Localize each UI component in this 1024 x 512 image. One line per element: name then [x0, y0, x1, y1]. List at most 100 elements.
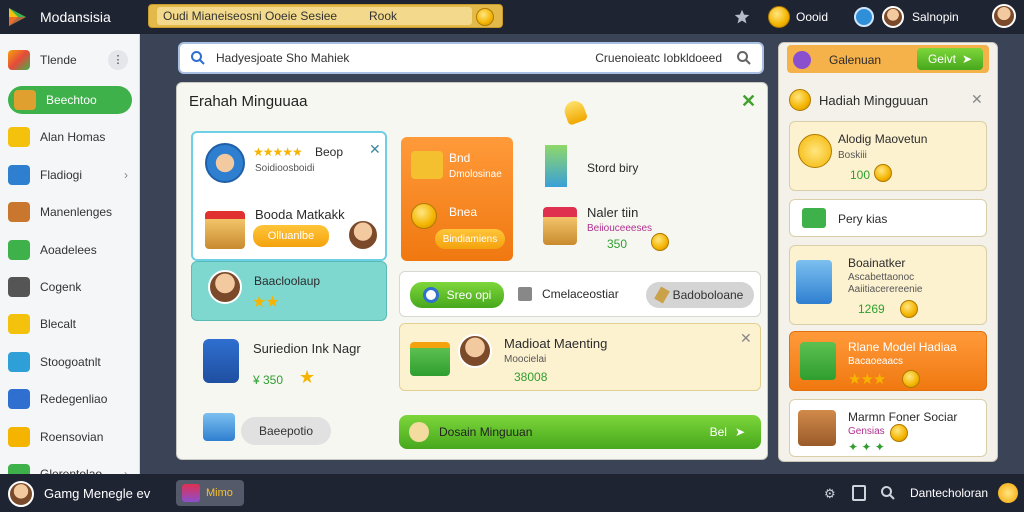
- footer-bar[interactable]: Dosain Minguuan Bel ➤: [399, 415, 761, 449]
- sidebar-item-8[interactable]: Redegenliao: [8, 385, 132, 413]
- play-logo-icon[interactable]: [6, 6, 28, 28]
- user-avatar[interactable]: [8, 481, 34, 507]
- sidebar-item-5[interactable]: Cogenk: [8, 273, 132, 301]
- sidebar-item-label: Stoogoatnlt: [40, 354, 101, 369]
- profile-area[interactable]: Salnopin: [854, 0, 959, 34]
- bottom-badge[interactable]: Mimo: [176, 480, 244, 506]
- search-icon[interactable]: [736, 50, 752, 66]
- person-icon: [518, 287, 532, 301]
- box-icon: [203, 413, 235, 441]
- rpanel-header-label: Galenuan: [829, 53, 882, 67]
- shield-icon: [8, 389, 30, 410]
- sidebar-item-label: Blecalt: [40, 317, 77, 332]
- sidebar-item-2[interactable]: Fladiogi ›: [8, 161, 132, 189]
- sidebar-item-4[interactable]: Aoadelees: [8, 236, 132, 264]
- bindiamiens-button[interactable]: Bindiamiens: [435, 229, 505, 249]
- search-icon: [191, 51, 205, 65]
- card-rating[interactable]: ★★★★★ Beop Soidioosboidi ✕ Booda Matkakk…: [191, 131, 387, 261]
- gift-icon: [800, 342, 836, 380]
- share-icon[interactable]: [852, 485, 866, 501]
- orange-label1: Bnd: [449, 151, 471, 165]
- avatar[interactable]: [882, 6, 904, 28]
- top-search-text[interactable]: Oudi Mianeiseosni Ooeie Sesiee: [157, 7, 472, 25]
- item2-title: Pery kias: [838, 212, 888, 226]
- sidebar-header[interactable]: Tlende ⋮: [8, 46, 132, 74]
- character-avatar: [458, 334, 492, 368]
- card-baacloolaup[interactable]: Baacloolaup ★★: [191, 261, 387, 321]
- bottom-bar: Gamg Menegle ev Mimo ⚙ Dantecholoran: [0, 474, 1024, 512]
- reward-item[interactable]: Pery kias: [789, 199, 987, 237]
- card3-stars: ★★: [252, 294, 280, 311]
- rating-subtitle: Soidioosboidi: [255, 163, 315, 174]
- coin-icon: [789, 89, 811, 111]
- sidebar-item-3[interactable]: Manenlenges: [8, 198, 132, 226]
- coin-icon: [874, 164, 892, 182]
- coins-display[interactable]: Oooid: [768, 0, 828, 34]
- star-icon: [8, 127, 30, 148]
- orange-label2: Bnea: [449, 205, 478, 219]
- item4-sub: Bacaoeaacs: [848, 356, 904, 367]
- sidebar-item-6[interactable]: Blecalt: [8, 310, 132, 338]
- geivt-label: Geivt: [927, 52, 956, 66]
- chest-icon: [798, 410, 836, 446]
- top-search[interactable]: Oudi Mianeiseosni Ooeie Sesiee Rook: [148, 4, 503, 28]
- item3-value: 1269: [858, 302, 885, 316]
- baeepotio-button[interactable]: Baeepotio: [241, 417, 331, 445]
- more-icon[interactable]: ⋮: [108, 50, 128, 70]
- badoboloane-button[interactable]: Badoboloane: [646, 282, 754, 308]
- close-icon[interactable]: ✕: [740, 330, 752, 347]
- reward-item[interactable]: Boainatker Ascabettaonoc Aaiitiacerereen…: [789, 245, 987, 325]
- sun-icon[interactable]: [998, 483, 1018, 503]
- stand-label: Stord biry: [587, 161, 639, 175]
- user-avatar[interactable]: [992, 4, 1016, 28]
- geivt-button[interactable]: Geivt ➤: [917, 48, 983, 70]
- chevron-right-icon[interactable]: ›: [124, 168, 128, 182]
- footer-button-label[interactable]: Bel: [710, 425, 727, 439]
- arrow-right-icon[interactable]: ➤: [735, 425, 745, 439]
- card-suriedion[interactable]: Suriedion Ink Nagr ¥ 350 ★: [191, 329, 387, 399]
- pencil-icon: [8, 50, 30, 70]
- search-input[interactable]: Hadyesjoate Sho Mahiek: [216, 51, 595, 65]
- gift-title: Naler tiin: [587, 205, 639, 220]
- reward-item[interactable]: Marmn Foner Sociar Gensias ✦ ✦ ✦: [789, 399, 987, 457]
- reward-item[interactable]: Rlane Model Hadiaa Bacaoeaacs ★★★: [789, 331, 987, 391]
- close-icon[interactable]: ✕: [741, 91, 756, 112]
- close-icon[interactable]: ✕: [971, 91, 983, 108]
- gear-icon[interactable]: ⚙: [824, 486, 836, 502]
- sidebar-item-0[interactable]: Beechtoo: [8, 86, 132, 114]
- bell-icon: [561, 98, 589, 126]
- sidebar-item-label: Aoadelees: [40, 242, 97, 257]
- badoboloane-label: Badoboloane: [672, 288, 744, 302]
- orange-reward-card[interactable]: Bnd Dmolosinae Bnea Bindiamiens: [401, 137, 513, 261]
- refresh-icon[interactable]: [854, 7, 874, 27]
- clock-icon: [205, 143, 245, 183]
- main-search[interactable]: Hadyesjoate Sho Mahiek Cruenoieatc Iobkl…: [178, 42, 764, 74]
- sreo-opi-label: Sreo opi: [446, 288, 492, 302]
- sreo-opi-button[interactable]: Sreo opi: [410, 282, 504, 308]
- sidebar-item-7[interactable]: Stoogoatnlt: [8, 348, 132, 376]
- olluanlbe-button[interactable]: Olluanlbe: [253, 225, 329, 247]
- crate-icon: [205, 211, 245, 249]
- coin-icon: [902, 370, 920, 388]
- reward-card[interactable]: Madioat Maenting Moocielai 38008 ✕: [399, 323, 761, 391]
- search-icon[interactable]: [880, 485, 896, 501]
- coins-icon: [8, 426, 30, 447]
- coin-icon[interactable]: [476, 8, 494, 26]
- reward-title: Madioat Maenting: [504, 336, 608, 351]
- sidebar-item-1[interactable]: Alan Homas: [8, 123, 132, 151]
- card2-title: Booda Matkakk: [255, 207, 345, 222]
- search-right-text: Cruenoieatc Iobkldoeed: [595, 51, 722, 65]
- gift-icon: [410, 342, 450, 376]
- reward-value: 38008: [514, 370, 548, 384]
- weekly-reward-panel: Galenuan Geivt ➤ Hadiah Mingguuan ✕ Alodi…: [778, 42, 998, 462]
- box-icon: [14, 90, 36, 110]
- item1-value: 100: [850, 168, 871, 182]
- coin-icon: [651, 233, 669, 251]
- item1-sub: Boskiii: [838, 150, 867, 161]
- sidebar-item-9[interactable]: Roensovian: [8, 423, 132, 451]
- reward-item[interactable]: Alodig Maovetun Boskiii 100: [789, 121, 987, 191]
- star-icon: [734, 9, 750, 24]
- close-icon[interactable]: ✕: [369, 141, 381, 158]
- pencil-icon: [653, 286, 670, 304]
- star-button[interactable]: [734, 0, 750, 34]
